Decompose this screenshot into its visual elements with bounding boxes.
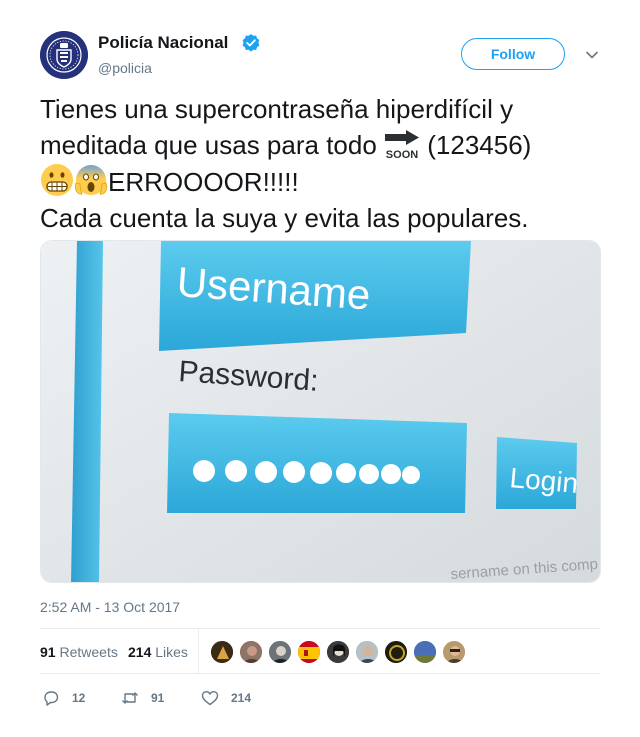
author-avatar[interactable] [40, 31, 88, 79]
retweet-icon [122, 692, 138, 704]
stats-divider [198, 629, 199, 673]
retweet-count: 91 [151, 691, 165, 705]
likes-stat[interactable]: 214 Likes [128, 643, 188, 661]
login-screen-photo: Username Password: Login sername on this… [41, 241, 600, 582]
tweet-line-3-text: ERROOOOR!!!!! [108, 167, 299, 197]
tweet-line-2-end: (123456) [420, 130, 532, 160]
liker-avatar-9[interactable] [442, 640, 466, 664]
liker-avatar-spain-flag[interactable] [297, 640, 321, 664]
reply-icon [44, 691, 59, 706]
stats-bar: 91 Retweets 214 Likes [40, 628, 600, 674]
retweets-label: Retweets [59, 644, 118, 660]
tweet-line-2-start: meditada que usas para todo [40, 130, 385, 160]
svg-text:SOON: SOON [386, 149, 418, 160]
reply-count: 12 [72, 691, 86, 705]
retweets-stat[interactable]: 91 Retweets [40, 643, 118, 661]
liker-avatar-8[interactable] [413, 640, 437, 664]
grimacing-face-icon [41, 164, 73, 196]
like-count: 214 [231, 691, 252, 705]
liker-avatar-6[interactable] [355, 640, 379, 664]
author-handle[interactable]: @policia [98, 59, 152, 77]
verified-badge-icon [242, 34, 260, 52]
tweet-line-4: Cada cuenta la suya y evita las populare… [40, 203, 529, 233]
chevron-down-icon[interactable] [585, 48, 599, 62]
liker-avatar-2[interactable] [239, 640, 263, 664]
heart-icon [201, 691, 219, 706]
tweet-line-3: ERROOOOR!!!!! [40, 163, 600, 200]
tweet-line-2: meditada que usas para todo SOON (123456… [40, 127, 600, 163]
liker-avatar-1[interactable] [210, 640, 234, 664]
police-badge-icon [40, 31, 88, 79]
follow-button[interactable]: Follow [461, 38, 565, 70]
login-label: Login [508, 462, 579, 499]
soon-arrow-icon: SOON [385, 130, 420, 160]
liker-avatar-5[interactable] [326, 640, 350, 664]
liker-avatar-3[interactable] [268, 640, 292, 664]
retweets-count: 91 [40, 644, 56, 660]
tweet-image[interactable]: Username Password: Login sername on this… [40, 240, 601, 583]
likes-count: 214 [128, 644, 152, 660]
tweet-timestamp[interactable]: 2:52 AM - 13 Oct 2017 [40, 598, 180, 616]
likes-label: Likes [155, 644, 188, 660]
screaming-in-fear-icon [74, 165, 108, 195]
author-name[interactable]: Policía Nacional [98, 33, 228, 53]
liker-avatar-7[interactable] [384, 640, 408, 664]
tweet-text: Tienes una supercontraseña hiperdifícil … [40, 91, 600, 236]
tweet-line-1: Tienes una supercontraseña hiperdifícil … [40, 94, 514, 124]
